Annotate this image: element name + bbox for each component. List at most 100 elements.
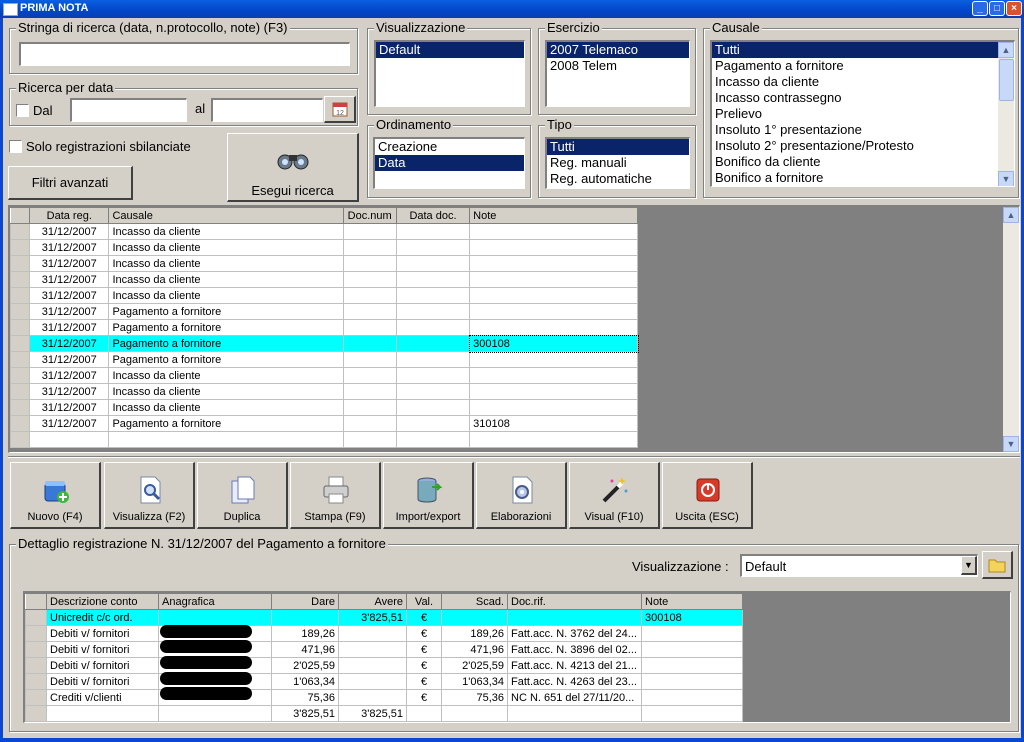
dare-cell[interactable]: 2'025,59 xyxy=(271,657,339,674)
table-row[interactable]: Debiti v/ fornitori 189,26 €189,26 Fatt.acc… xyxy=(25,625,743,642)
note-cell[interactable] xyxy=(469,303,638,320)
causale-cell[interactable]: Incasso da cliente xyxy=(108,255,344,272)
row-indicator[interactable] xyxy=(25,673,47,690)
causale-cell[interactable]: Incasso da cliente xyxy=(108,383,344,400)
valuta-cell[interactable]: € xyxy=(406,609,442,626)
table-row[interactable]: 31/12/2007 Pagamento a fornitore 310108 xyxy=(9,415,638,432)
note-cell[interactable] xyxy=(641,641,743,658)
row-indicator[interactable] xyxy=(9,303,31,320)
doc-num-cell[interactable] xyxy=(342,351,397,368)
scroll-up-icon[interactable]: ▲ xyxy=(998,42,1014,58)
data-doc-cell[interactable] xyxy=(395,223,471,240)
tipo-list[interactable]: Tutti Reg. manuali Reg. automatiche xyxy=(545,137,690,189)
causale-cell[interactable]: Incasso da cliente xyxy=(108,287,344,304)
row-indicator[interactable] xyxy=(9,223,31,240)
column-header-scad[interactable]: Scad. xyxy=(441,593,508,610)
filtri-avanzati-button[interactable]: Filtri avanzati xyxy=(8,166,133,200)
note-cell[interactable] xyxy=(641,673,743,690)
table-row[interactable]: Crediti v/clienti 75,36 €75,36 NC N. 651 de… xyxy=(25,689,743,706)
row-indicator[interactable] xyxy=(9,415,31,432)
data-reg-cell[interactable] xyxy=(29,431,110,448)
dal-checkbox[interactable] xyxy=(16,104,29,117)
scadenza-cell[interactable]: 471,96 xyxy=(441,641,508,658)
table-row[interactable] xyxy=(9,431,638,448)
causale-cell[interactable]: Pagamento a fornitore xyxy=(108,303,344,320)
note-cell[interactable] xyxy=(469,351,638,368)
column-header-data-doc[interactable]: Data doc. xyxy=(395,207,471,224)
note-cell[interactable] xyxy=(641,657,743,674)
row-indicator[interactable] xyxy=(9,367,31,384)
doc-num-cell[interactable] xyxy=(342,255,397,272)
close-button[interactable]: × xyxy=(1006,1,1022,16)
row-indicator[interactable] xyxy=(9,287,31,304)
note-cell[interactable] xyxy=(469,287,638,304)
row-indicator[interactable] xyxy=(9,399,31,416)
duplica-button[interactable]: Duplica xyxy=(197,462,288,529)
note-cell[interactable] xyxy=(469,255,638,272)
data-doc-cell[interactable] xyxy=(395,351,471,368)
table-row[interactable]: 31/12/2007 Pagamento a fornitore xyxy=(9,319,638,336)
descrizione-cell[interactable]: Debiti v/ fornitori xyxy=(46,625,159,642)
causale-item[interactable]: Bonifico da cliente xyxy=(712,154,1014,170)
data-doc-cell[interactable] xyxy=(395,367,471,384)
data-doc-cell[interactable] xyxy=(395,335,471,352)
doc-num-cell[interactable] xyxy=(342,223,397,240)
note-cell[interactable] xyxy=(469,367,638,384)
note-cell[interactable] xyxy=(469,431,638,448)
valuta-cell[interactable]: € xyxy=(406,673,442,690)
causale-item[interactable]: Bonifico a fornitore xyxy=(712,170,1014,186)
causale-list[interactable]: Tutti Pagamento a fornitore Incasso da c… xyxy=(710,40,1015,187)
row-indicator[interactable] xyxy=(9,383,31,400)
avere-cell[interactable]: 3'825,51 xyxy=(338,705,407,722)
row-indicator[interactable] xyxy=(25,657,47,674)
data-doc-cell[interactable] xyxy=(395,239,471,256)
avere-cell[interactable]: 3'825,51 xyxy=(338,609,407,626)
doc-num-cell[interactable] xyxy=(342,287,397,304)
scroll-thumb[interactable] xyxy=(999,59,1014,101)
doc-num-cell[interactable] xyxy=(342,415,397,432)
doc-rif-cell[interactable]: Fatt.acc. N. 3762 del 24... xyxy=(507,625,642,642)
esercizio-list[interactable]: 2007 Telemaco 2008 Telem xyxy=(545,40,690,107)
minimize-button[interactable]: _ xyxy=(972,1,988,16)
note-cell[interactable] xyxy=(469,271,638,288)
doc-num-cell[interactable] xyxy=(342,367,397,384)
causale-cell[interactable] xyxy=(108,431,344,448)
dare-cell[interactable]: 75,36 xyxy=(271,689,339,706)
data-reg-cell[interactable]: 31/12/2007 xyxy=(29,303,110,320)
doc-rif-cell[interactable]: Fatt.acc. N. 4213 del 21... xyxy=(507,657,642,674)
data-reg-cell[interactable]: 31/12/2007 xyxy=(29,271,110,288)
row-indicator[interactable] xyxy=(9,351,31,368)
data-doc-cell[interactable] xyxy=(395,399,471,416)
valuta-cell[interactable]: € xyxy=(406,689,442,706)
doc-rif-cell[interactable]: Fatt.acc. N. 3896 del 02... xyxy=(507,641,642,658)
dare-cell[interactable] xyxy=(271,609,339,626)
dare-cell[interactable]: 189,26 xyxy=(271,625,339,642)
elaborazioni-button[interactable]: Elaborazioni xyxy=(476,462,567,529)
ordinamento-item[interactable]: Creazione xyxy=(375,139,524,155)
table-row[interactable]: 31/12/2007 Incasso da cliente xyxy=(9,367,638,384)
table-row[interactable]: 31/12/2007 Pagamento a fornitore xyxy=(9,351,638,368)
doc-rif-cell[interactable] xyxy=(507,609,642,626)
import-export-button[interactable]: Import/export xyxy=(383,462,474,529)
causale-cell[interactable]: Incasso da cliente xyxy=(108,271,344,288)
visual-f10-button[interactable]: Visual (F10) xyxy=(569,462,660,529)
esercizio-item[interactable]: 2007 Telemaco xyxy=(547,42,689,58)
scadenza-cell[interactable]: 2'025,59 xyxy=(441,657,508,674)
data-reg-cell[interactable]: 31/12/2007 xyxy=(29,367,110,384)
data-doc-cell[interactable] xyxy=(395,319,471,336)
row-indicator[interactable] xyxy=(9,431,31,448)
note-cell[interactable] xyxy=(469,239,638,256)
data-reg-cell[interactable]: 31/12/2007 xyxy=(29,239,110,256)
valuta-cell[interactable]: € xyxy=(406,657,442,674)
esegui-ricerca-button[interactable]: Esegui ricerca xyxy=(227,133,359,202)
row-indicator[interactable] xyxy=(25,705,47,722)
causale-item[interactable]: Incasso da cliente xyxy=(712,74,1014,90)
data-doc-cell[interactable] xyxy=(395,431,471,448)
visualizzazione-item[interactable]: Default xyxy=(376,42,524,58)
data-doc-cell[interactable] xyxy=(395,415,471,432)
column-header-causale[interactable]: Causale xyxy=(108,207,344,224)
doc-num-cell[interactable] xyxy=(342,399,397,416)
table-row[interactable]: Debiti v/ fornitori 2'025,59 €2'025,59 Fatt… xyxy=(25,657,743,674)
note-cell[interactable] xyxy=(469,319,638,336)
doc-num-cell[interactable] xyxy=(342,303,397,320)
